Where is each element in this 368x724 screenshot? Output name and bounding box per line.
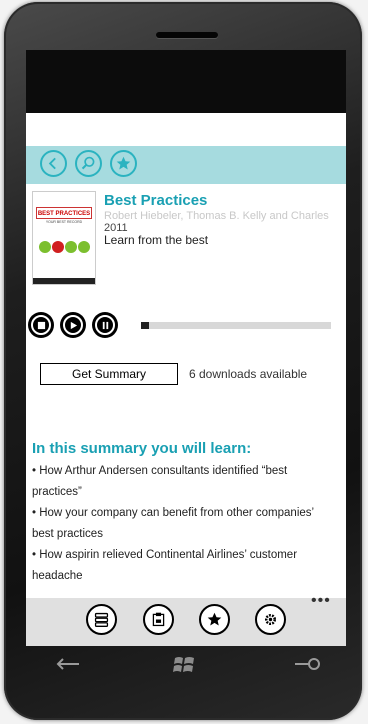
play-button[interactable] [60,312,86,338]
search-button[interactable] [75,150,102,177]
application-bar: ••• [26,592,346,646]
audio-progress-fill [141,322,149,329]
status-bar-area [26,50,346,114]
cover-apples-image [39,240,91,258]
learn-line: • How aspirin relieved Continental Airli… [32,549,298,561]
learn-line: headache [32,570,83,582]
more-options-button[interactable]: ••• [311,592,331,610]
play-icon [70,321,77,329]
apple-icon [78,241,90,253]
pause-button[interactable] [92,312,118,338]
settings-icon [264,613,277,626]
cover-subtitle: YOUR BEST RECORD [45,220,83,224]
search-icon [81,156,95,170]
back-button[interactable] [40,150,67,177]
learn-line: • How Arthur Andersen consultants identi… [32,465,288,477]
cover-title: BEST PRACTICES [36,207,92,219]
phone-speaker [156,32,218,38]
book-cover[interactable]: BEST PRACTICES YOUR BEST RECORD [32,191,96,285]
learn-line: • How your company can benefit from othe… [32,507,315,519]
list-button[interactable] [86,604,117,635]
back-icon [48,157,56,170]
cover-footer-band [33,278,95,284]
learn-line: practices” [32,486,82,498]
windows-back-icon[interactable] [55,656,83,672]
stop-button[interactable] [28,312,54,338]
apple-icon [52,241,64,253]
audio-progress-bar[interactable] [141,322,331,329]
star-button[interactable] [199,604,230,635]
app-screen: BEST PRACTICES YOUR BEST RECORD Best Pra… [26,113,346,646]
learn-heading: In this summary you will learn: [32,440,252,457]
downloads-count: 6 downloads available [189,367,308,381]
apple-icon [39,241,51,253]
learn-line: best practices [32,528,103,540]
list-icon [94,612,109,627]
top-toolbar [26,146,346,184]
settings-button[interactable] [255,604,286,635]
pause-icon [102,321,108,329]
stop-icon [37,321,45,329]
book-author: Robert Hiebeler, Thomas B. Kelly and Cha… [104,210,329,222]
get-summary-button[interactable]: Get Summary [40,363,178,385]
library-icon [152,612,165,627]
windows-start-icon[interactable] [172,654,196,676]
star-icon [207,612,222,626]
windows-search-icon[interactable] [293,656,323,672]
apple-icon [65,241,77,253]
favorite-button[interactable] [110,150,137,177]
learn-list: • How Arthur Andersen consultants identi… [32,461,344,587]
book-title: Best Practices [104,192,208,209]
favorite-icon [116,156,131,170]
library-button[interactable] [143,604,174,635]
book-tagline: Learn from the best [104,233,209,247]
